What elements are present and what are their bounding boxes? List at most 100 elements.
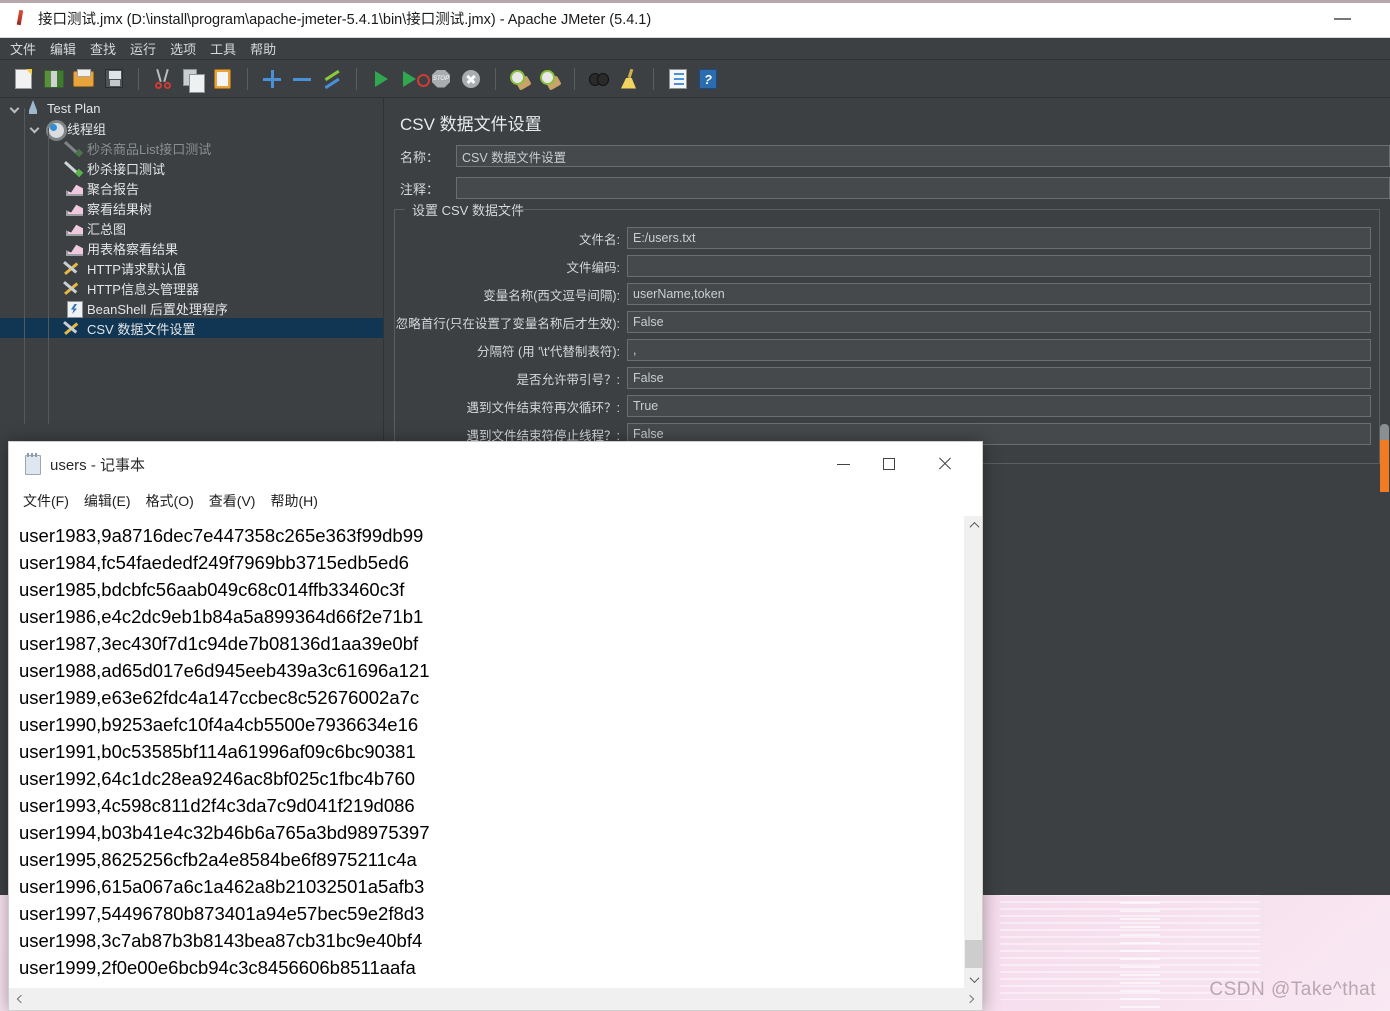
clear-icon[interactable]	[508, 67, 532, 91]
tree-item-view-results-in-table[interactable]: 用表格察看结果	[0, 238, 383, 258]
function-helper-icon[interactable]	[666, 67, 690, 91]
paste-icon[interactable]	[211, 67, 235, 91]
name-input[interactable]: CSV 数据文件设置	[456, 145, 1390, 167]
scroll-left-icon[interactable]	[13, 991, 29, 1007]
delimiter-label: 分隔符 (用 '\t'代替制表符):	[477, 344, 620, 359]
toolbar-separator	[653, 67, 654, 90]
scroll-right-icon[interactable]	[962, 991, 978, 1007]
expand-icon[interactable]	[260, 67, 284, 91]
ignore-first-line-row: 忽略首行(只在设置了变量名称后才生效): False	[395, 311, 1379, 333]
scrollbar-thumb[interactable]	[1380, 440, 1389, 492]
tree-item-view-results-tree[interactable]: 察看结果树	[0, 198, 383, 218]
menu-options[interactable]: 选项	[170, 39, 196, 58]
tree-item-label: Test Plan	[47, 100, 101, 116]
allow-quoted-input[interactable]: False	[627, 367, 1371, 389]
scroll-down-icon[interactable]	[965, 970, 983, 988]
toggle-icon[interactable]	[320, 67, 344, 91]
recycle-on-eof-input[interactable]: True	[627, 395, 1371, 417]
collapse-icon[interactable]	[290, 67, 314, 91]
notepad-vertical-scrollbar[interactable]	[964, 516, 983, 988]
notepad-content-area: user1983,9a8716dec7e447358c265e363f99db9…	[9, 516, 983, 988]
twisty-expanded-icon[interactable]	[8, 98, 24, 118]
tree-item-aggregate-report[interactable]: 聚合报告	[0, 178, 383, 198]
name-row: 名称： CSV 数据文件设置	[384, 145, 1390, 167]
notepad-text-area[interactable]: user1983,9a8716dec7e447358c265e363f99db9…	[9, 516, 964, 988]
group-legend: 设置 CSV 数据文件	[407, 200, 529, 219]
tree-item-http-header-manager[interactable]: HTTP信息头管理器	[0, 278, 383, 298]
jmeter-menubar: 文件 编辑 查找 运行 选项 工具 帮助	[0, 38, 1390, 60]
notepad-close-button[interactable]	[922, 442, 968, 486]
ignore-first-line-input[interactable]: False	[627, 311, 1371, 333]
twisty-expanded-icon[interactable]	[28, 118, 44, 138]
menu-tools[interactable]: 工具	[210, 39, 236, 58]
start-no-pauses-icon[interactable]	[399, 67, 430, 91]
menu-run[interactable]: 运行	[130, 39, 156, 58]
notepad-minimize-button[interactable]	[820, 442, 866, 486]
tree-item-label: CSV 数据文件设置	[87, 321, 196, 337]
menu-help[interactable]: 帮助	[250, 39, 276, 58]
reset-search-icon[interactable]	[617, 67, 641, 91]
search-icon[interactable]	[587, 67, 611, 91]
menu-edit[interactable]: 编辑	[50, 39, 76, 58]
beanshell-icon	[64, 299, 83, 318]
help-icon[interactable]: ?	[696, 67, 720, 91]
tree-item-label: HTTP请求默认值	[87, 261, 186, 277]
notepad-menu-edit[interactable]: 编辑(E)	[84, 491, 131, 511]
filename-input[interactable]: E:/users.txt	[627, 227, 1371, 249]
notepad-window-title: users - 记事本	[50, 456, 146, 474]
delimiter-input[interactable]: ,	[627, 339, 1371, 361]
notepad-menu-view[interactable]: 查看(V)	[209, 491, 256, 511]
menu-search[interactable]: 查找	[90, 39, 116, 58]
csv-file-settings-group: 设置 CSV 数据文件 文件名: E:/users.txt 文件编码: 变量名称…	[394, 200, 1380, 464]
notepad-menu-format[interactable]: 格式(O)	[146, 491, 194, 511]
notepad-menu-help[interactable]: 帮助(H)	[270, 491, 317, 511]
start-icon[interactable]	[369, 67, 393, 91]
copy-icon[interactable]	[181, 67, 205, 93]
filename-label: 文件名:	[579, 232, 620, 247]
tree-item-label: 用表格察看结果	[87, 241, 179, 257]
tree-item-thread-group[interactable]: 线程组	[0, 118, 383, 141]
notepad-horizontal-scrollbar[interactable]	[9, 988, 982, 1010]
new-icon[interactable]	[12, 67, 36, 91]
scrollbar-thumb[interactable]	[965, 940, 983, 968]
menu-file[interactable]: 文件	[10, 39, 36, 58]
tree-item-beanshell-postprocessor[interactable]: BeanShell 后置处理程序	[0, 298, 383, 318]
notepad-titlebar: users - 记事本	[9, 442, 982, 486]
cut-icon[interactable]	[151, 67, 175, 91]
jmeter-feather-icon	[12, 9, 30, 29]
tree-item-summary-graph[interactable]: 汇总图	[0, 218, 383, 238]
tree-item-label: HTTP信息头管理器	[87, 281, 199, 297]
stop-icon[interactable]: STOP	[429, 67, 453, 91]
tree-item-csv-data-set-config[interactable]: CSV 数据文件设置	[0, 318, 383, 338]
notepad-menu-file[interactable]: 文件(F)	[23, 491, 69, 511]
scroll-up-icon[interactable]	[965, 516, 983, 534]
tree-item-label: 秒杀接口测试	[87, 161, 166, 177]
scrollbar-track[interactable]	[1380, 424, 1389, 440]
jmeter-minimize-button[interactable]	[1320, 0, 1364, 38]
file-encoding-input[interactable]	[627, 255, 1371, 277]
notepad-menubar: 文件(F) 编辑(E) 格式(O) 查看(V) 帮助(H)	[9, 486, 982, 516]
variable-names-input[interactable]: userName,token	[627, 283, 1371, 305]
tree-item-seckill-api[interactable]: 秒杀接口测试	[0, 158, 383, 178]
allow-quoted-row: 是否允许带引号？: False	[395, 367, 1379, 389]
tree-item-seckill-list-api[interactable]: 秒杀商品List接口测试	[0, 138, 383, 158]
clear-all-icon[interactable]	[538, 67, 562, 91]
comment-row: 注释：	[384, 177, 1390, 199]
tree-item-http-request-defaults[interactable]: HTTP请求默认值	[0, 258, 383, 278]
config-element-icon	[64, 279, 83, 297]
open-icon[interactable]	[72, 67, 96, 91]
save-icon[interactable]	[102, 67, 126, 91]
csdn-watermark: CSDN @Take^that	[1209, 979, 1376, 1000]
config-panel-scrollbar[interactable]	[1379, 424, 1390, 492]
tree-item-test-plan[interactable]: Test Plan	[0, 98, 383, 118]
templates-icon[interactable]	[42, 67, 66, 91]
recycle-on-eof-label: 遇到文件结束符再次循环？:	[466, 400, 620, 415]
comment-input[interactable]	[456, 177, 1390, 199]
http-sampler-icon	[64, 159, 83, 177]
shutdown-icon[interactable]	[459, 67, 483, 91]
http-sampler-icon	[64, 139, 83, 157]
tree-guide-line	[48, 128, 49, 424]
file-encoding-row: 文件编码:	[395, 255, 1379, 277]
notepad-maximize-button[interactable]	[866, 442, 912, 486]
listener-icon	[64, 179, 83, 197]
